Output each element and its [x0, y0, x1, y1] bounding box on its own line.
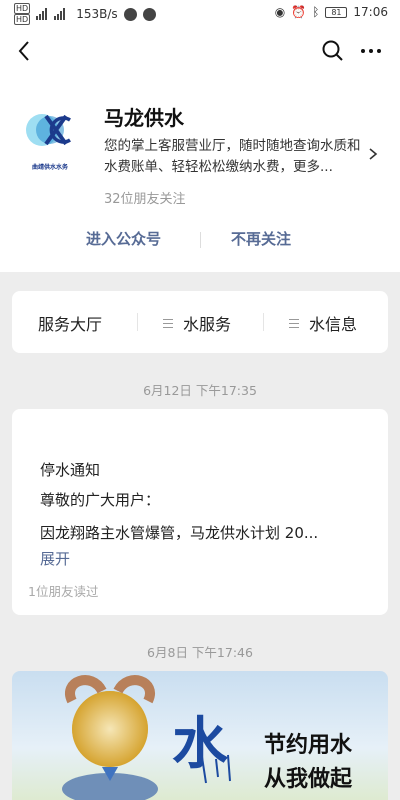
message-title: 停水通知 — [40, 461, 101, 479]
menu-item-water-service[interactable]: 水服务 — [163, 311, 231, 335]
network-speed: 153B/s — [76, 7, 118, 21]
menu-item-water-info[interactable]: 水信息 — [289, 311, 357, 335]
divider — [200, 232, 201, 248]
signal-icon — [36, 8, 48, 20]
divider — [137, 313, 138, 331]
enter-account-button[interactable]: 进入公众号 — [86, 228, 161, 249]
divider — [263, 313, 264, 331]
qq-icon — [123, 7, 137, 21]
nav-bar — [0, 30, 400, 72]
read-count: 1位朋友读过 — [28, 584, 99, 599]
logo-caption: 曲靖供水水务 — [31, 164, 68, 171]
battery-icon: 81 — [325, 6, 348, 18]
menu-list-icon — [163, 318, 173, 328]
menu-item-label: 服务大厅 — [38, 315, 103, 334]
more-icon[interactable] — [356, 36, 386, 66]
message-timestamp: 6月12日 下午17:35 — [143, 383, 257, 398]
account-name: 马龙供水 — [104, 106, 184, 130]
signal-icon — [54, 8, 66, 20]
clock: 17:06 — [353, 5, 388, 19]
bluetooth-icon: ᛒ — [312, 5, 320, 19]
back-icon[interactable] — [10, 36, 40, 66]
menu-item-service-hall[interactable]: 服务大厅 — [38, 311, 102, 335]
expand-link[interactable]: 展开 — [40, 548, 70, 569]
chevron-right-icon — [366, 146, 380, 160]
unfollow-button[interactable]: 不再关注 — [231, 228, 291, 249]
menu-list-icon — [289, 318, 299, 328]
account-header: HD HD 153B/s ◉ ⏰ ᛒ 81 17:06 曲靖供水水务 马龙供水 … — [0, 0, 400, 272]
account-actions: 进入公众号 不再关注 — [0, 228, 400, 252]
account-menu: 服务大厅 水服务 水信息 — [12, 291, 388, 353]
message-greeting: 尊敬的广大用户： — [40, 491, 161, 509]
menu-item-label: 水信息 — [309, 315, 358, 334]
search-icon[interactable] — [318, 36, 348, 66]
account-logo: 曲靖供水水务 — [20, 108, 80, 171]
hd-badge: HD — [14, 3, 31, 14]
status-bar: HD HD 153B/s ◉ ⏰ ᛒ 81 17:06 — [0, 0, 400, 28]
message-card[interactable]: 停水通知 尊敬的广大用户： 因龙翔路主水管爆管，马龙供水计划 20... 展开 … — [12, 409, 388, 615]
eye-icon: ◉ — [274, 5, 286, 19]
message-timestamp: 6月8日 下午17:46 — [147, 645, 253, 660]
banner-line-2: 从我做起 — [264, 767, 353, 792]
notification-icon — [142, 7, 156, 21]
alarm-icon: ⏰ — [291, 5, 307, 19]
menu-item-label: 水服务 — [183, 315, 232, 334]
account-profile[interactable]: 曲靖供水水务 马龙供水 您的掌上客服营业厅，随时随地查询水质和水费账单、轻轻松松… — [20, 100, 390, 210]
message-image-card[interactable]: 水 节约用水 从我做起 — [12, 671, 388, 800]
message-body: 因龙翔路主水管爆管，马龙供水计划 20... — [40, 524, 319, 542]
banner-glyph: 水 — [172, 711, 228, 777]
banner-line-1: 节约用水 — [264, 733, 353, 758]
account-description: 您的掌上客服营业厅，随时随地查询水质和水费账单、轻轻松松缴纳水费，更多... — [104, 138, 361, 175]
followers-count: 32位朋友关注 — [104, 192, 186, 207]
hd-badge: HD — [14, 14, 31, 25]
